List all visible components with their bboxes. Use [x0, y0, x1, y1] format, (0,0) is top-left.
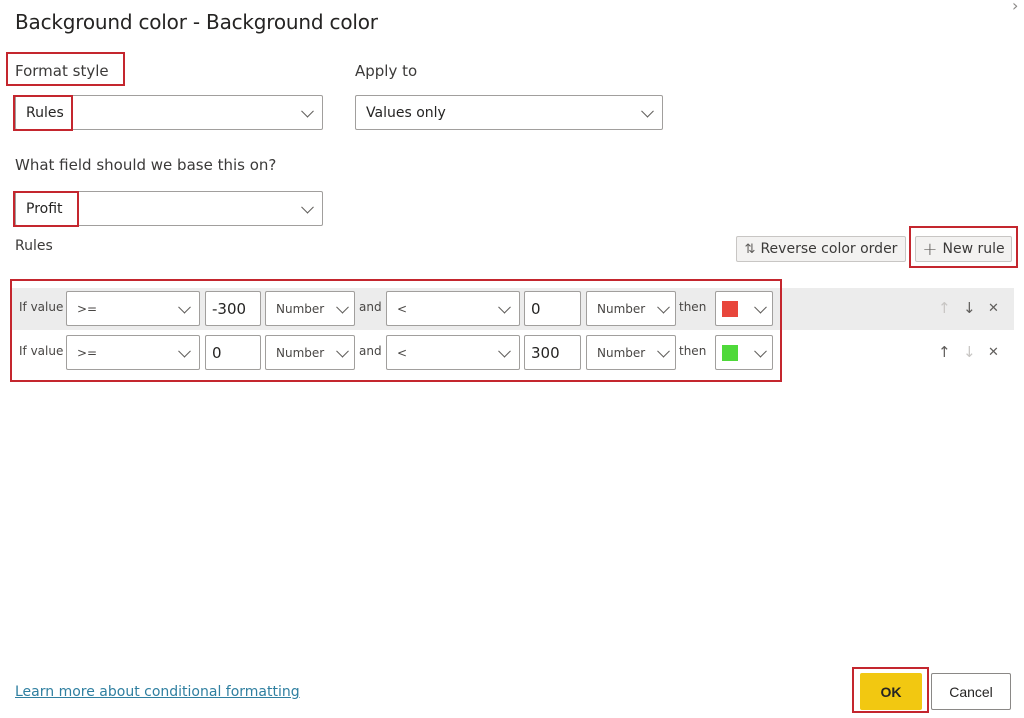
operator1-value: >=: [77, 345, 98, 360]
new-rule-label: New rule: [942, 241, 1005, 257]
type1-value: Number: [276, 301, 325, 316]
chevron-down-icon: [178, 300, 191, 314]
operator2-value: <: [397, 345, 408, 360]
operator2-dropdown[interactable]: <: [386, 291, 520, 326]
rules-label: Rules: [15, 238, 53, 254]
if-value-label: If value: [19, 300, 64, 314]
chevron-down-icon: [178, 344, 191, 358]
apply-to-label: Apply to: [355, 62, 418, 80]
chevron-down-icon: [657, 344, 670, 358]
type2-value: Number: [597, 345, 646, 360]
type1-value: Number: [276, 345, 325, 360]
format-style-label: Format style: [15, 62, 109, 80]
move-down-icon[interactable]: ↓: [963, 343, 976, 361]
chevron-down-icon: [754, 300, 767, 314]
type1-dropdown[interactable]: Number: [265, 291, 355, 326]
base-field-label: What field should we base this on?: [15, 156, 277, 174]
color-picker-dropdown[interactable]: [715, 335, 773, 370]
operator1-dropdown[interactable]: >=: [66, 291, 200, 326]
chevron-down-icon: [498, 300, 511, 314]
value2-input[interactable]: 0: [524, 291, 581, 326]
format-style-value: Rules: [26, 104, 64, 121]
learn-more-link[interactable]: Learn more about conditional formatting: [15, 684, 300, 700]
close-icon[interactable]: ›: [1012, 0, 1018, 15]
rule-row: If value >= -300 Number and < 0 Number t…: [12, 288, 1014, 330]
type2-dropdown[interactable]: Number: [586, 291, 676, 326]
move-up-icon[interactable]: ↑: [938, 299, 951, 317]
color-swatch: [722, 301, 738, 317]
apply-to-value: Values only: [366, 104, 446, 121]
chevron-down-icon: [336, 344, 349, 358]
sort-arrows-icon: ⇅: [744, 241, 756, 257]
chevron-down-icon: [336, 300, 349, 314]
value1-text: -300: [212, 299, 247, 318]
base-field-dropdown[interactable]: Profit: [15, 191, 323, 226]
color-picker-dropdown[interactable]: [715, 291, 773, 326]
value1-input[interactable]: 0: [205, 335, 261, 370]
move-down-icon[interactable]: ↓: [963, 299, 976, 317]
value2-text: 0: [531, 299, 541, 318]
reverse-color-order-button[interactable]: ⇅ Reverse color order: [736, 236, 906, 262]
operator2-value: <: [397, 301, 408, 316]
chevron-down-icon: [657, 300, 670, 314]
and-label: and: [359, 300, 382, 314]
move-up-icon[interactable]: ↑: [938, 343, 951, 361]
value1-text: 0: [212, 343, 222, 362]
value1-input[interactable]: -300: [205, 291, 261, 326]
type1-dropdown[interactable]: Number: [265, 335, 355, 370]
delete-rule-icon[interactable]: ✕: [988, 301, 999, 316]
rule-row: If value >= 0 Number and < 300 Number th…: [12, 332, 1014, 374]
value2-text: 300: [531, 343, 560, 362]
operator2-dropdown[interactable]: <: [386, 335, 520, 370]
operator1-value: >=: [77, 301, 98, 316]
chevron-down-icon: [301, 200, 314, 214]
chevron-down-icon: [498, 344, 511, 358]
ok-button[interactable]: OK: [860, 673, 922, 710]
delete-rule-icon[interactable]: ✕: [988, 345, 999, 360]
chevron-down-icon: [641, 104, 654, 118]
and-label: and: [359, 344, 382, 358]
reverse-color-order-label: Reverse color order: [760, 241, 898, 257]
cancel-button[interactable]: Cancel: [931, 673, 1011, 710]
color-swatch: [722, 345, 738, 361]
value2-input[interactable]: 300: [524, 335, 581, 370]
apply-to-dropdown[interactable]: Values only: [355, 95, 663, 130]
chevron-down-icon: [754, 344, 767, 358]
plus-icon: +: [922, 238, 938, 260]
chevron-down-icon: [301, 104, 314, 118]
new-rule-button[interactable]: + New rule: [915, 236, 1012, 262]
format-style-dropdown[interactable]: Rules: [15, 95, 323, 130]
base-field-value: Profit: [26, 200, 63, 217]
dialog-title: Background color - Background color: [15, 10, 378, 34]
operator1-dropdown[interactable]: >=: [66, 335, 200, 370]
then-label: then: [679, 300, 707, 314]
then-label: then: [679, 344, 707, 358]
type2-value: Number: [597, 301, 646, 316]
type2-dropdown[interactable]: Number: [586, 335, 676, 370]
if-value-label: If value: [19, 344, 64, 358]
